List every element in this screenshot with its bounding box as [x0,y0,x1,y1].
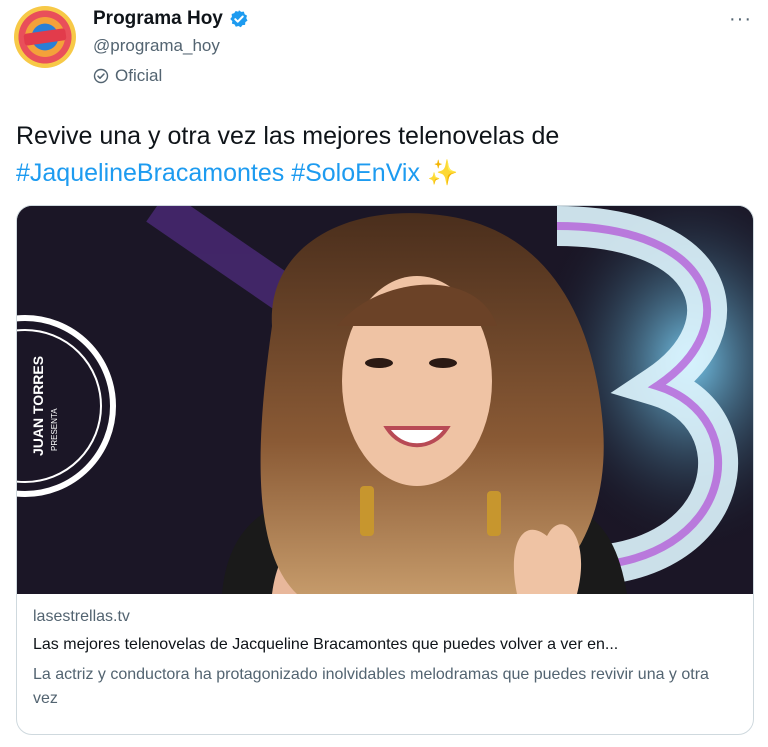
avatar[interactable] [14,6,76,68]
official-check-icon [93,68,109,84]
card-image[interactable]: JUAN TORRES PRESENTA [17,206,753,594]
tweet-body-text: Revive una y otra vez las mejores teleno… [16,122,560,150]
link-card[interactable]: JUAN TORRES PRESENTA lasestrellas.tv Las… [16,205,754,735]
tweet-text: Revive una y otra vez las mejores teleno… [16,118,736,192]
card-description: La actriz y conductora ha protagonizado … [33,666,709,707]
more-options-icon[interactable]: ··· [729,8,752,31]
program-logo-band [23,28,67,46]
card-meta: lasestrellas.tv Las mejores telenovelas … [33,608,738,711]
author-handle[interactable]: @programa_hoy [93,36,220,56]
actress-photo: JUAN TORRES PRESENTA [17,206,753,594]
author-name[interactable]: Programa Hoy [93,8,249,30]
presenta-text: PRESENTA [50,408,59,451]
verified-badge-icon [230,10,248,28]
card-domain[interactable]: lasestrellas.tv [33,608,738,626]
official-label-text: Oficial [115,66,163,85]
juan-torres-text: JUAN TORRES [30,356,46,456]
hashtag-soloenvix[interactable]: #SoloEnVix [291,159,420,187]
author-name-text: Programa Hoy [93,8,223,29]
official-label: Oficial [93,66,162,86]
card-title[interactable]: Las mejores telenovelas de Jacqueline Br… [33,636,738,654]
sparkles-emoji-icon: ✨ [426,159,459,187]
hashtag-jaqueline[interactable]: #JaquelineBracamontes [16,159,284,187]
